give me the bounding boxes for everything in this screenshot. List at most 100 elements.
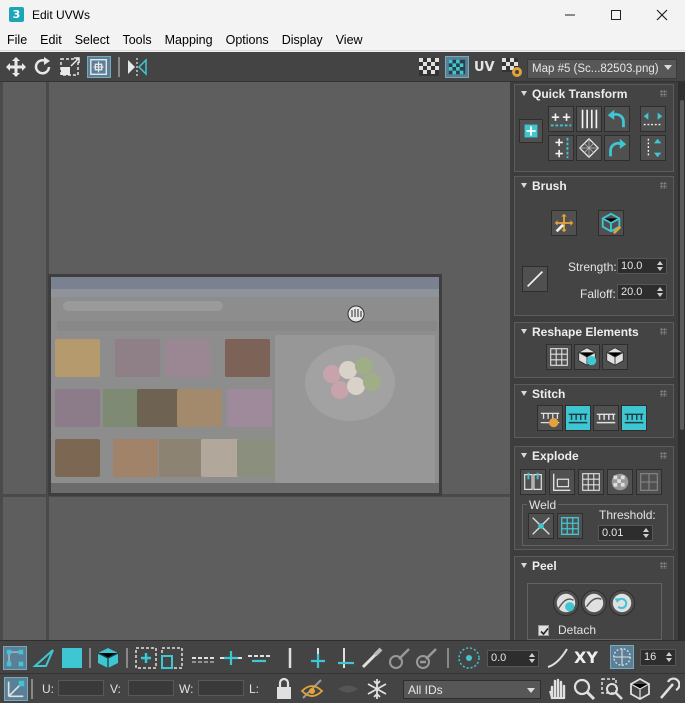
spinner-down-icon[interactable] <box>657 267 663 271</box>
edge-distance-spinner[interactable]: 16 <box>640 649 676 666</box>
coordinate-space-label[interactable]: XY <box>574 648 598 667</box>
panel-scrollbar-thumb[interactable] <box>680 100 684 430</box>
show-hidden-icon[interactable] <box>300 677 324 701</box>
edge-mode-icon[interactable] <box>32 646 56 670</box>
minimize-button[interactable] <box>547 0 593 31</box>
break-button[interactable] <box>520 469 546 495</box>
flatten-by-polygon-button[interactable] <box>636 469 662 495</box>
uv-viewport[interactable] <box>0 82 510 640</box>
rotate-cw-button[interactable] <box>604 135 630 161</box>
menu-edit[interactable]: Edit <box>33 31 68 51</box>
paint-select-icon[interactable] <box>360 646 384 670</box>
stitch-average-button[interactable] <box>593 405 619 431</box>
u-field[interactable] <box>58 680 104 696</box>
rotate-ccw-button[interactable] <box>604 106 630 132</box>
checker-teal-icon[interactable] <box>445 56 469 78</box>
absolute-offset-icon[interactable] <box>4 677 28 701</box>
rotate-icon[interactable] <box>31 56 55 78</box>
hide-icon[interactable] <box>336 677 360 701</box>
move-icon[interactable] <box>4 56 28 78</box>
flatten-by-material-button[interactable] <box>607 469 633 495</box>
angle-spinner[interactable]: 0.0 <box>487 650 539 667</box>
texture-settings-icon[interactable] <box>500 56 524 78</box>
element-mode-icon[interactable] <box>96 646 120 670</box>
relax-brush-button[interactable] <box>598 210 624 236</box>
menu-view[interactable]: View <box>329 31 369 51</box>
pan-hand-icon[interactable] <box>545 677 569 701</box>
detach-edge-button[interactable] <box>549 469 575 495</box>
menu-tools[interactable]: Tools <box>115 31 157 51</box>
soft-selection-icon[interactable] <box>457 646 481 670</box>
spinner-down-icon[interactable] <box>529 659 535 663</box>
target-weld-button[interactable] <box>557 513 583 539</box>
space-horizontal-button[interactable] <box>640 106 666 132</box>
strength-spinner[interactable]: 10.0 <box>617 258 667 274</box>
quick-transform-header[interactable]: Quick Transform <box>515 85 673 103</box>
polygon-mode-icon[interactable] <box>60 646 84 670</box>
spinner-up-icon[interactable] <box>643 528 649 532</box>
loop-shrink-icon[interactable] <box>247 646 271 670</box>
weld-selected-button[interactable] <box>528 513 554 539</box>
spinner-up-icon[interactable] <box>666 652 672 656</box>
close-button[interactable] <box>639 0 685 31</box>
space-vertical-button[interactable] <box>576 106 602 132</box>
threshold-spinner[interactable]: 0.01 <box>598 525 653 541</box>
snap-icon[interactable] <box>656 677 681 701</box>
explode-header[interactable]: Explode <box>515 447 673 465</box>
reshape-elements-header[interactable]: Reshape Elements <box>515 323 673 341</box>
lock-icon[interactable] <box>272 677 296 701</box>
align-horizontal-button[interactable] <box>548 106 574 132</box>
relax-until-flat-button[interactable] <box>574 344 600 370</box>
ring-select-icon[interactable] <box>278 646 302 670</box>
menu-options[interactable]: Options <box>219 31 275 51</box>
stitch-to-source-button[interactable] <box>565 405 591 431</box>
material-id-dropdown[interactable]: All IDs <box>403 680 541 699</box>
paint-select-grow-icon[interactable] <box>388 646 412 670</box>
peel-mode-button[interactable] <box>581 590 607 616</box>
spinner-down-icon[interactable] <box>657 293 663 297</box>
spinner-up-icon[interactable] <box>657 287 663 291</box>
zoom-region-icon[interactable] <box>600 677 624 701</box>
brush-falloff-curve-button[interactable] <box>522 266 548 292</box>
shrink-selection-icon[interactable] <box>160 646 184 670</box>
stitch-custom-button[interactable] <box>537 405 563 431</box>
ring-grow-icon[interactable] <box>306 646 330 670</box>
falloff-spinner[interactable]: 20.0 <box>617 284 667 300</box>
quick-peel-button[interactable] <box>553 590 579 616</box>
align-pivot-button[interactable] <box>519 119 543 143</box>
reset-peel-button[interactable] <box>609 590 635 616</box>
flatten-by-smoothing-button[interactable] <box>578 469 604 495</box>
stitch-to-target-button[interactable] <box>621 405 647 431</box>
paint-select-shrink-icon[interactable] <box>415 646 439 670</box>
zoom-icon[interactable] <box>572 677 596 701</box>
grow-selection-icon[interactable] <box>134 646 158 670</box>
spinner-up-icon[interactable] <box>529 653 535 657</box>
space-vertical-arrows-button[interactable] <box>640 135 666 161</box>
freeze-icon[interactable] <box>365 677 389 701</box>
menu-display[interactable]: Display <box>275 31 329 51</box>
spinner-down-icon[interactable] <box>666 658 672 662</box>
detach-checkbox[interactable] <box>538 625 549 636</box>
v-field[interactable] <box>128 680 174 696</box>
loop-grow-icon[interactable] <box>219 646 243 670</box>
straighten-selection-button[interactable] <box>546 344 572 370</box>
peel-header[interactable]: Peel <box>515 557 673 575</box>
zoom-extents-icon[interactable] <box>628 677 652 701</box>
relax-button[interactable] <box>602 344 628 370</box>
map-dropdown[interactable]: Map #5 (Sc...82503.png) <box>527 59 677 79</box>
spinner-down-icon[interactable] <box>643 534 649 538</box>
menu-mapping[interactable]: Mapping <box>158 31 219 51</box>
vertex-mode-icon[interactable] <box>3 646 27 670</box>
stitch-header[interactable]: Stitch <box>515 385 673 403</box>
menu-select[interactable]: Select <box>68 31 116 51</box>
menu-file[interactable]: File <box>0 31 33 51</box>
scale-icon[interactable] <box>59 56 83 78</box>
paint-move-button[interactable] <box>551 210 577 236</box>
mirror-icon[interactable] <box>125 56 149 78</box>
straighten-button[interactable] <box>576 135 602 161</box>
w-field[interactable] <box>198 680 244 696</box>
falloff-curve-icon[interactable] <box>546 646 570 670</box>
uv-label[interactable]: UV <box>474 60 495 75</box>
checker-icon[interactable] <box>417 56 441 78</box>
align-vertical-button[interactable] <box>548 135 574 161</box>
